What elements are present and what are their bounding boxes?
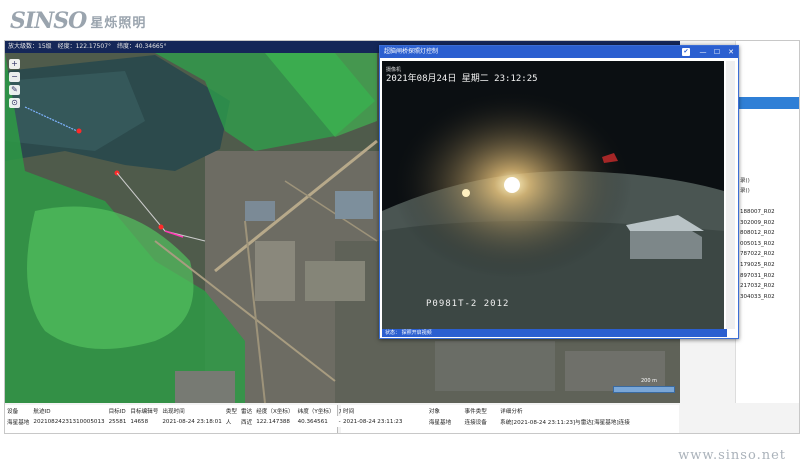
video-control-window[interactable]: 超脑闸桥探照灯控制 ✔ — ☐ ✕ 摄像机 2021年08月24日 星期二 23… [379,45,739,339]
column-header[interactable]: 设备 [5,405,31,416]
column-header[interactable]: 雷达 [239,405,254,416]
table-cell: 系统[2021-08-24 23:11:23]与雷达[海星基地]连接 [500,419,630,426]
table-header-row: 时间 对象 事件类型 详细分析 [341,405,679,416]
app-window: 放大级数：15级 经度：122.17507° 纬度：40.34665° + − … [4,40,800,434]
table-header-row: 设备 航迹ID 目标ID 目标编辑号 出现时间 类型 雷达 经度（X坐标） 纬度… [5,405,357,416]
maximize-button[interactable]: ☐ [710,46,724,58]
osd-camera-id: P0981T-2 2012 [426,299,510,309]
table-row[interactable]: 海星基地 20210824231310005013 25581 14658 20… [5,416,358,427]
side-panel-header [736,97,799,109]
draw-tool-button[interactable]: ✎ [9,85,20,95]
locate-button[interactable]: ⊙ [9,98,20,108]
column-header[interactable]: 对象 [427,405,463,416]
column-header[interactable]: 经度（X坐标） [254,405,295,416]
site-watermark: www.sinso.net [678,448,786,463]
osd-timestamp: 2021年08月24日 星期二 23:12:25 [386,74,538,84]
table-cell: 40.364561 [295,416,337,427]
logo-mark: SINSO [10,8,87,34]
camera-video-feed[interactable]: 摄像机 2021年08月24日 星期二 23:12:25 P0981T-2 20… [382,61,724,329]
table-cell: 25581 [106,416,129,427]
list-item[interactable]: 808012_R02 [740,228,775,239]
side-hint: 录() [740,188,750,194]
table-cell: 连接设备 [464,419,487,426]
column-header[interactable]: 出现时间 [160,405,223,416]
table-cell: 人 [223,416,239,427]
zoom-out-button[interactable]: − [9,72,20,82]
table-cell: 2021-08-24 23:11:23 [343,418,403,425]
column-header[interactable]: 时间 [341,405,427,416]
table-cell: 海星基地 [5,416,32,427]
table-cell: 20210824231310005013 [31,416,107,427]
video-window-titlebar[interactable]: 超脑闸桥探照灯控制 ✔ — ☐ ✕ [380,46,738,58]
column-header[interactable]: 事件类型 [462,405,498,416]
map-toolbar: + − ✎ ⊙ [9,59,20,108]
list-item[interactable]: 188007_R02 [740,207,775,218]
table-cell: 海星基地 [428,419,452,426]
video-window-status: 状态： 探照开启视频 [382,329,727,337]
column-header[interactable]: 航迹ID [31,405,106,416]
list-item[interactable]: 217032_R02 [740,281,775,292]
table-cell: 122.147388 [254,416,296,427]
longitude-readout: 经度：122.17507° [57,43,112,50]
list-item[interactable]: 304033_R02 [740,292,775,303]
list-item[interactable]: 302009_R02 [740,218,775,229]
table-cell: 西近 [238,416,255,427]
alarm-table: 设备 航迹ID 目标ID 目标编辑号 出现时间 类型 雷达 经度（X坐标） 纬度… [5,405,358,433]
table-cell: 2021-08-24 23:18:01 [160,416,224,427]
night-scene [382,61,724,329]
video-window-scrollbar[interactable] [726,61,735,329]
column-header[interactable]: 详细分析 [498,405,679,416]
column-header[interactable]: 纬度（Y坐标） [296,405,337,416]
column-header[interactable]: 目标编辑号 [128,405,160,416]
column-header[interactable]: 类型 [224,405,239,416]
list-item[interactable]: 005013_R02 [740,239,775,250]
brand-name: 星烁照明 [90,15,147,31]
target-side-panel: 录() 录() 188007_R02 302009_R02 808012_R02… [735,41,799,403]
target-list: 188007_R02 302009_R02 808012_R02 005013_… [740,207,775,302]
map-scale-label: 200 m [641,378,658,384]
minimize-button[interactable]: — [696,46,710,58]
side-panel-hints: 录() 录() [740,176,750,196]
table-cell: 14658 [128,416,161,427]
zoom-level: 放大级数：15级 [8,43,52,50]
event-table: 时间 对象 事件类型 详细分析 2021-08-24 23:11:23 海星基地… [341,405,679,433]
latitude-readout: 纬度：40.34665° [116,43,167,50]
side-hint: 录() [740,178,750,184]
close-button[interactable]: ✕ [724,46,738,58]
list-item[interactable]: 179025_R02 [740,260,775,271]
brand-logo: SINSO 星烁照明 [10,8,146,34]
list-item[interactable]: 787022_R02 [740,249,775,260]
column-header[interactable]: 目标ID [107,405,129,416]
list-item[interactable]: 897031_R02 [740,271,775,282]
map-scale-bar [613,386,675,393]
zoom-in-button[interactable]: + [9,59,20,69]
table-row[interactable]: 2021-08-24 23:11:23 海星基地 连接设备 系统[2021-08… [341,416,679,427]
pin-checkbox[interactable]: ✔ [682,48,690,56]
video-window-title: 超脑闸桥探照灯控制 [384,48,439,55]
